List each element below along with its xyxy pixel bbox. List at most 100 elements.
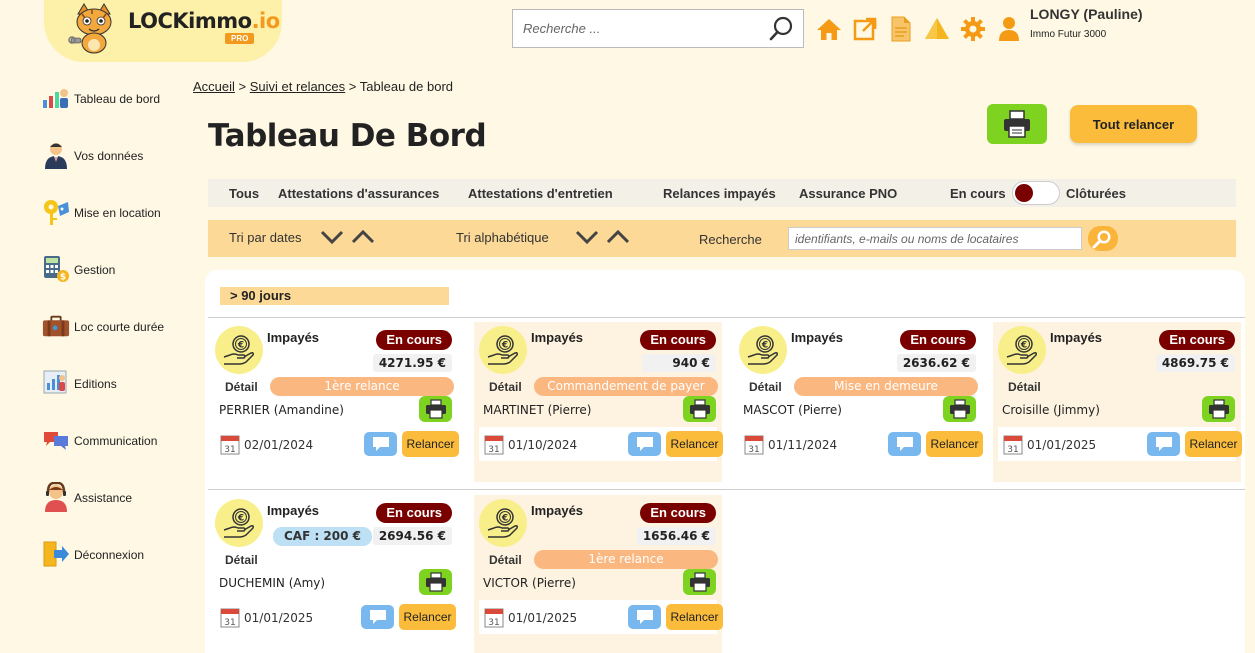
- sidebar-item-management[interactable]: $ Gestion: [42, 255, 197, 312]
- print-button[interactable]: [419, 396, 452, 422]
- relaunch-button[interactable]: Relancer: [926, 431, 983, 457]
- detail-label: Détail: [225, 553, 258, 567]
- sort-alpha-label: Tri alphabétique: [456, 230, 549, 245]
- svg-text:$: $: [60, 273, 66, 283]
- breadcrumb-home-link[interactable]: Accueil: [193, 79, 235, 94]
- sidebar-item-support[interactable]: Assistance: [42, 482, 197, 540]
- printer-icon: [425, 572, 446, 592]
- user-icon[interactable]: [995, 15, 1022, 42]
- print-button[interactable]: [419, 569, 452, 595]
- stage-pill[interactable]: 1ère relance: [534, 550, 718, 569]
- reminder-card: € Impayés En cours 4271.95 € Détail 1ère…: [210, 322, 459, 482]
- tenant-search-input[interactable]: [788, 227, 1082, 250]
- calendar-icon: 31: [1003, 435, 1023, 455]
- sidebar-item-label: Tableau de bord: [74, 92, 161, 106]
- sidebar-item-dashboard[interactable]: Tableau de bord: [42, 84, 197, 141]
- status-toggle[interactable]: [1012, 181, 1060, 205]
- tab-pno-insurance[interactable]: Assurance PNO: [799, 186, 897, 201]
- brand-pro-badge: PRO: [225, 33, 255, 44]
- search-icon[interactable]: [769, 16, 795, 42]
- chevron-up-icon[interactable]: [606, 228, 630, 246]
- user-name[interactable]: LONGY (Pauline): [1030, 6, 1143, 22]
- sidebar-item-editions[interactable]: Editions: [42, 369, 197, 426]
- stage-pill[interactable]: Mise en demeure: [794, 377, 978, 396]
- home-icon[interactable]: [815, 15, 842, 42]
- relaunch-all-button[interactable]: Tout relancer: [1070, 105, 1197, 143]
- sidebar-item-logout[interactable]: Déconnexion: [42, 540, 197, 597]
- message-button[interactable]: [628, 605, 661, 629]
- row-divider: [208, 317, 1245, 318]
- toggle-knob: [1015, 184, 1033, 202]
- editions-icon: [42, 369, 70, 397]
- unpaid-euro-hand-icon: €: [215, 326, 263, 374]
- relaunch-button[interactable]: Relancer: [666, 431, 723, 457]
- tab-maintenance-certificates[interactable]: Attestations d'entretien: [468, 186, 613, 201]
- page-title: Tableau De Bord: [208, 118, 487, 154]
- sidebar-item-short-term[interactable]: Loc courte durée: [42, 312, 197, 369]
- reminder-card: € Impayés En cours 2636.62 € Détail Mise…: [734, 322, 983, 482]
- message-button[interactable]: [628, 432, 661, 456]
- stage-pill[interactable]: 1ère relance: [270, 377, 454, 396]
- print-button[interactable]: [1202, 396, 1235, 422]
- card-type: Impayés: [531, 330, 584, 345]
- svg-text:€: €: [501, 514, 508, 524]
- reminder-date: 02/01/2024: [244, 438, 314, 452]
- print-button[interactable]: [943, 396, 976, 422]
- logo[interactable]: LOCKimmo.io PRO: [44, 0, 282, 62]
- tenant-name: MASCOT (Pierre): [743, 403, 842, 417]
- message-button[interactable]: [361, 605, 394, 629]
- reminder-card: € Impayés En cours 4869.75 € Détail Croi…: [993, 322, 1242, 482]
- cat-mascot-icon: [68, 3, 112, 54]
- unpaid-euro-hand-icon: €: [739, 326, 787, 374]
- search-input[interactable]: [513, 10, 763, 47]
- unpaid-euro-hand-icon: €: [215, 499, 263, 547]
- dashboard-icon: [42, 84, 70, 112]
- sidebar-item-label: Mise en location: [74, 206, 161, 220]
- message-button[interactable]: [1147, 432, 1180, 456]
- tenant-search-button[interactable]: [1088, 226, 1118, 251]
- printer-icon: [689, 572, 710, 592]
- relaunch-button[interactable]: Relancer: [402, 431, 459, 457]
- message-button[interactable]: [888, 432, 921, 456]
- svg-text:€: €: [237, 514, 244, 524]
- tab-all[interactable]: Tous: [229, 186, 259, 201]
- printer-icon: [689, 399, 710, 419]
- tab-insurance-certificates[interactable]: Attestations d'assurances: [278, 186, 439, 201]
- relaunch-button[interactable]: Relancer: [666, 604, 723, 630]
- chevron-up-icon[interactable]: [351, 228, 375, 246]
- card-type: Impayés: [791, 330, 844, 345]
- card-type: Impayés: [1050, 330, 1103, 345]
- calendar-icon: 31: [220, 608, 240, 628]
- external-link-icon[interactable]: [851, 15, 878, 42]
- status-badge: En cours: [640, 503, 716, 523]
- gear-icon[interactable]: [959, 15, 986, 42]
- relaunch-button[interactable]: Relancer: [399, 604, 456, 630]
- tab-unpaid-reminders[interactable]: Relances impayés: [663, 186, 776, 201]
- breadcrumb-section-link[interactable]: Suivi et relances: [250, 79, 345, 94]
- svg-text:€: €: [1020, 341, 1027, 351]
- alert-icon[interactable]: [923, 15, 950, 42]
- breadcrumb: Accueil > Suivi et relances > Tableau de…: [193, 79, 453, 94]
- document-icon[interactable]: [887, 15, 914, 42]
- sidebar-item-communication[interactable]: Communication: [42, 426, 197, 483]
- chevron-down-icon[interactable]: [320, 228, 344, 246]
- print-all-button[interactable]: [987, 104, 1047, 144]
- relaunch-button[interactable]: Relancer: [1185, 431, 1242, 457]
- message-button[interactable]: [364, 432, 397, 456]
- top-toolbar: [815, 15, 1022, 42]
- stage-pill[interactable]: Commandement de payer: [534, 377, 718, 396]
- global-search: [512, 9, 804, 48]
- sidebar-item-your-data[interactable]: Vos données: [42, 141, 197, 198]
- sort-by-date-label: Tri par dates: [229, 230, 302, 245]
- card-type: Impayés: [267, 330, 320, 345]
- chevron-down-icon[interactable]: [575, 228, 599, 246]
- sidebar-item-rental[interactable]: Mise en location: [42, 198, 197, 255]
- reminder-date: 01/10/2024: [508, 438, 578, 452]
- print-button[interactable]: [683, 396, 716, 422]
- brand-name: LOCKimmo.io: [128, 9, 280, 33]
- chat-icon: [636, 610, 653, 624]
- section-header: > 90 jours: [220, 287, 449, 305]
- print-button[interactable]: [683, 569, 716, 595]
- calendar-icon: 31: [744, 435, 764, 455]
- sidebar: Tableau de bord Vos données Mise en loca…: [42, 84, 197, 597]
